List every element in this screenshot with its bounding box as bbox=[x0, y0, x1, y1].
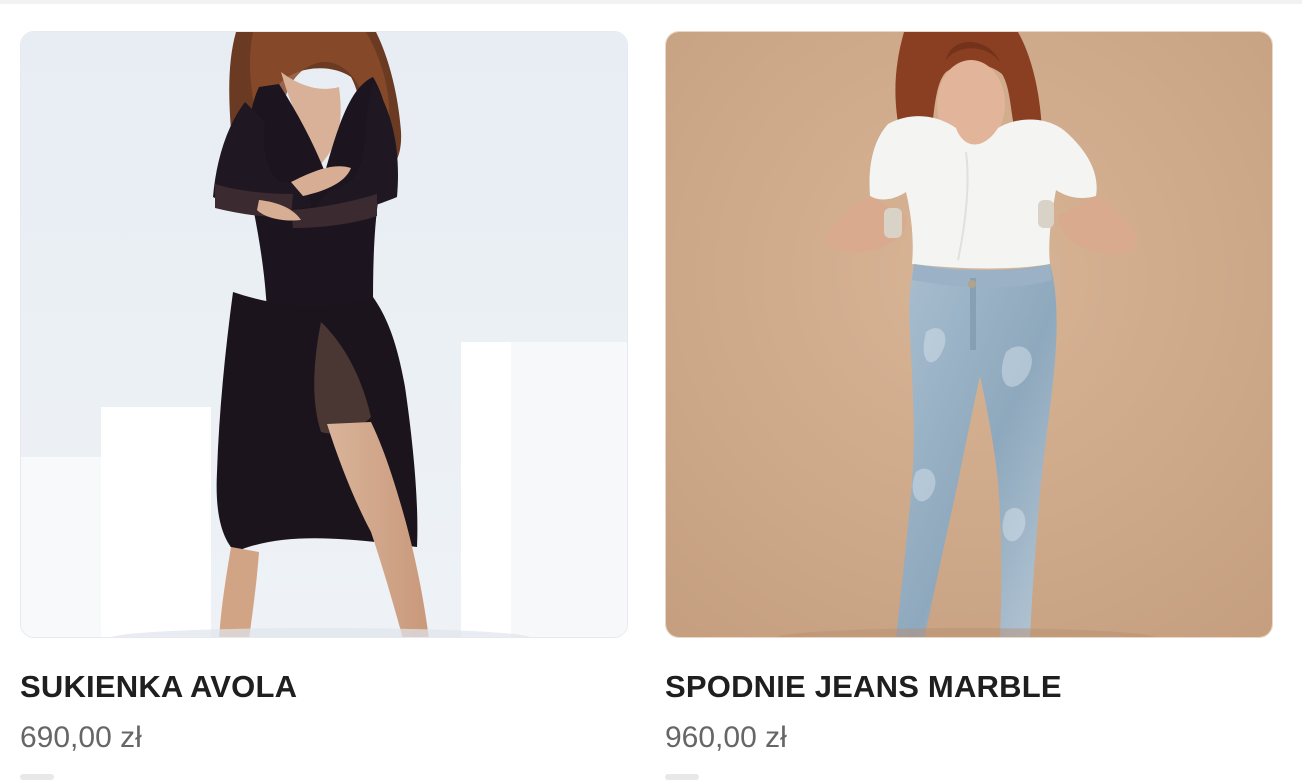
product-title[interactable]: SUKIENKA AVOLA bbox=[20, 669, 297, 705]
clipped-element bbox=[20, 774, 54, 780]
product-photo-dress bbox=[21, 32, 627, 637]
clipped-element bbox=[665, 774, 699, 780]
product-grid: SUKIENKA AVOLA 690,00 zł SPODNIE JEANS M… bbox=[0, 0, 1302, 780]
product-card[interactable]: SUKIENKA AVOLA 690,00 zł bbox=[20, 31, 628, 754]
product-price: 690,00 zł bbox=[20, 721, 142, 754]
product-price: 960,00 zł bbox=[665, 721, 787, 754]
product-title[interactable]: SPODNIE JEANS MARBLE bbox=[665, 669, 1062, 705]
product-card[interactable]: SPODNIE JEANS MARBLE 960,00 zł bbox=[665, 31, 1273, 754]
product-image[interactable] bbox=[20, 31, 628, 638]
product-photo-jeans bbox=[666, 32, 1272, 637]
product-image[interactable] bbox=[665, 31, 1273, 638]
